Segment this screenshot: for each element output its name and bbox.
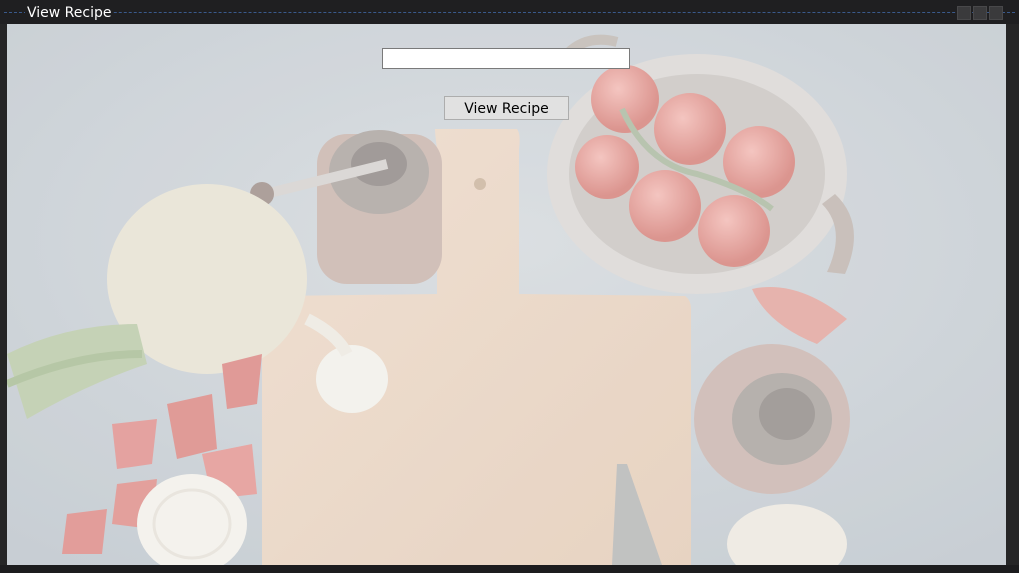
minimize-icon[interactable] bbox=[957, 6, 971, 20]
app-window: View Recipe View Recipe bbox=[0, 0, 1019, 573]
title-bar[interactable]: View Recipe bbox=[0, 0, 1019, 24]
recipe-search-input[interactable] bbox=[382, 48, 630, 69]
window-bottom-border bbox=[0, 565, 1019, 573]
recipe-background-panel: View Recipe bbox=[7, 24, 1006, 565]
window-title: View Recipe bbox=[25, 5, 114, 21]
title-focus-border bbox=[4, 12, 1015, 13]
view-recipe-button[interactable]: View Recipe bbox=[444, 96, 569, 120]
close-icon[interactable] bbox=[989, 6, 1003, 20]
maximize-icon[interactable] bbox=[973, 6, 987, 20]
